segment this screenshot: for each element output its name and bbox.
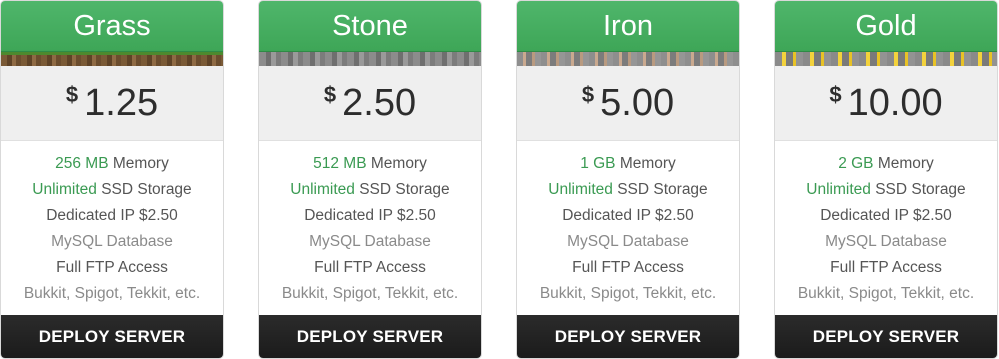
feature-memory: 512 MB Memory — [259, 151, 481, 177]
plan-title: Grass — [1, 1, 223, 52]
feature-mods: Bukkit, Spigot, Tekkit, etc. — [23, 285, 201, 302]
plan-price: $ 2.50 — [259, 66, 481, 141]
price-amount: 5.00 — [600, 81, 675, 124]
iron-texture-strip — [517, 52, 739, 66]
gold-texture-strip — [775, 52, 997, 66]
feature-list: 512 MB Memory Unlimited SSD Storage Dedi… — [259, 141, 481, 307]
feature-list: 1 GB Memory Unlimited SSD Storage Dedica… — [517, 141, 739, 307]
memory-value: 512 MB — [313, 155, 367, 172]
currency-symbol: $ — [829, 82, 842, 107]
deploy-server-button[interactable]: DEPLOY SERVER — [1, 315, 223, 358]
feature-dedicated-ip: Dedicated IP $2.50 — [562, 207, 694, 224]
storage-value: Unlimited — [806, 181, 871, 198]
currency-symbol: $ — [65, 82, 79, 107]
feature-dedicated-ip: Dedicated IP $2.50 — [820, 207, 952, 224]
storage-value: Unlimited — [290, 181, 355, 198]
feature-mysql: MySQL Database — [567, 233, 689, 250]
feature-ftp: Full FTP Access — [830, 259, 942, 276]
deploy-server-button[interactable]: DEPLOY SERVER — [517, 315, 739, 358]
storage-value: Unlimited — [32, 181, 97, 198]
plan-card-stone: Stone $ 2.50 512 MB Memory Unlimited SSD… — [258, 0, 482, 359]
memory-label: Memory — [873, 155, 934, 172]
feature-ftp: Full FTP Access — [56, 259, 168, 276]
pricing-plans: Grass $ 1.25 256 MB Memory Unlimited SSD… — [0, 0, 999, 359]
deploy-server-button[interactable]: DEPLOY SERVER — [259, 315, 481, 358]
feature-memory: 1 GB Memory — [517, 151, 739, 177]
feature-storage: Unlimited SSD Storage — [259, 177, 481, 203]
plan-card-grass: Grass $ 1.25 256 MB Memory Unlimited SSD… — [0, 0, 224, 359]
storage-label: SSD Storage — [612, 181, 708, 198]
feature-storage: Unlimited SSD Storage — [775, 177, 997, 203]
storage-label: SSD Storage — [870, 181, 966, 198]
plan-price: $ 10.00 — [775, 66, 997, 141]
feature-ftp: Full FTP Access — [314, 259, 426, 276]
feature-memory: 2 GB Memory — [775, 151, 997, 177]
currency-symbol: $ — [323, 82, 337, 107]
memory-label: Memory — [615, 155, 676, 172]
plan-price: $ 1.25 — [1, 66, 223, 141]
price-amount: 2.50 — [342, 81, 417, 124]
plan-price: $ 5.00 — [517, 66, 739, 141]
plan-card-iron: Iron $ 5.00 1 GB Memory Unlimited SSD St… — [516, 0, 740, 359]
feature-mysql: MySQL Database — [309, 233, 431, 250]
storage-label: SSD Storage — [354, 181, 450, 198]
price-amount: 1.25 — [84, 81, 159, 124]
feature-mysql: MySQL Database — [825, 233, 947, 250]
memory-value: 2 GB — [838, 155, 874, 172]
feature-list: 256 MB Memory Unlimited SSD Storage Dedi… — [1, 141, 223, 307]
feature-mods: Bukkit, Spigot, Tekkit, etc. — [797, 285, 975, 302]
memory-label: Memory — [366, 155, 427, 172]
plan-title: Stone — [259, 1, 481, 52]
stone-texture-strip — [259, 52, 481, 66]
feature-mods: Bukkit, Spigot, Tekkit, etc. — [281, 285, 459, 302]
storage-value: Unlimited — [548, 181, 613, 198]
storage-label: SSD Storage — [96, 181, 192, 198]
plan-title: Iron — [517, 1, 739, 52]
feature-memory: 256 MB Memory — [1, 151, 223, 177]
feature-storage: Unlimited SSD Storage — [517, 177, 739, 203]
memory-value: 256 MB — [55, 155, 109, 172]
currency-symbol: $ — [581, 82, 595, 107]
price-amount: 10.00 — [847, 81, 943, 124]
plan-card-gold: Gold $ 10.00 2 GB Memory Unlimited SSD S… — [774, 0, 998, 359]
memory-label: Memory — [108, 155, 169, 172]
grass-texture-strip — [1, 52, 223, 66]
feature-mysql: MySQL Database — [51, 233, 173, 250]
feature-dedicated-ip: Dedicated IP $2.50 — [304, 207, 436, 224]
feature-dedicated-ip: Dedicated IP $2.50 — [46, 207, 178, 224]
memory-value: 1 GB — [580, 155, 616, 172]
feature-list: 2 GB Memory Unlimited SSD Storage Dedica… — [775, 141, 997, 307]
feature-storage: Unlimited SSD Storage — [1, 177, 223, 203]
feature-mods: Bukkit, Spigot, Tekkit, etc. — [539, 285, 717, 302]
plan-title: Gold — [775, 1, 997, 52]
feature-ftp: Full FTP Access — [572, 259, 684, 276]
deploy-server-button[interactable]: DEPLOY SERVER — [775, 315, 997, 358]
